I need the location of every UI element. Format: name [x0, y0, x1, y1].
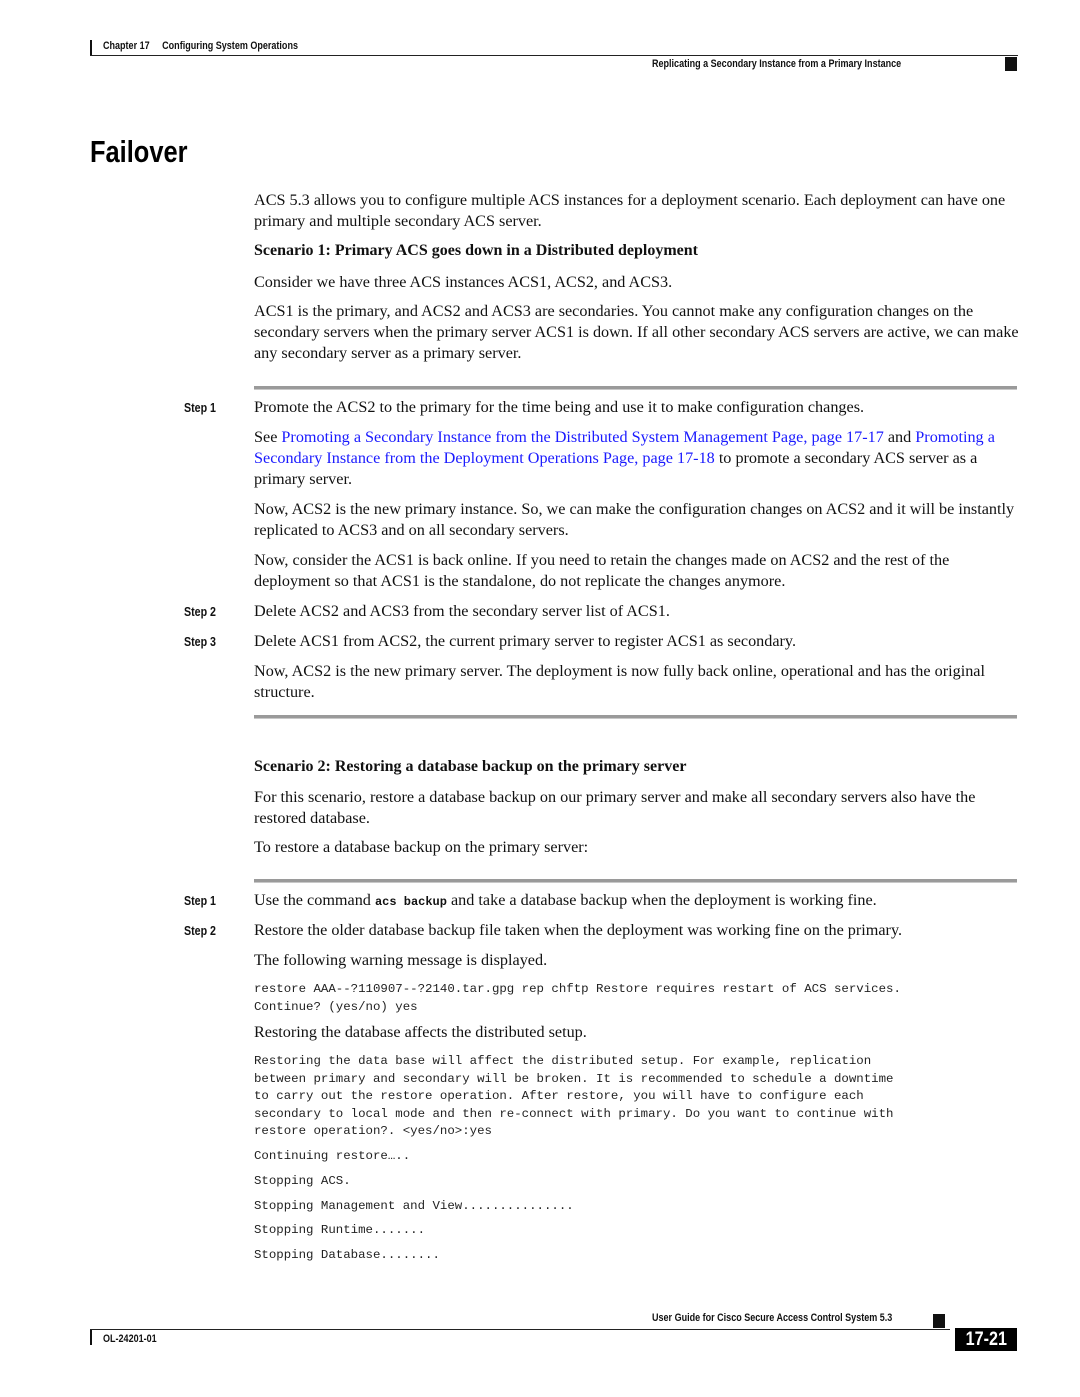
procedure-rule-top — [254, 879, 1017, 883]
header-rule — [90, 55, 1018, 56]
procedure-rule-top — [254, 386, 1017, 390]
header-left-bar — [90, 40, 92, 55]
footer-rule — [90, 1329, 950, 1330]
header-marker-block — [1005, 57, 1017, 71]
footer-doc-id: OL-24201-01 — [103, 1333, 157, 1345]
scenario1-now2: Now, consider the ACS1 is back online. I… — [254, 551, 950, 590]
step-label: Step 1 — [184, 893, 216, 908]
intro-paragraph: ACS 5.3 allows you to configure multiple… — [254, 191, 1006, 230]
output-line: Stopping ACS. — [254, 1174, 351, 1188]
scenario1-now1: Now, ACS2 is the new primary instance. S… — [254, 500, 1015, 539]
scenario1-final: Now, ACS2 is the new primary server. The… — [254, 662, 985, 701]
step-text: Delete ACS1 from ACS2, the current prima… — [254, 632, 797, 650]
step-text-before: Use the command — [254, 891, 375, 909]
scenario1-heading: Scenario 1: Primary ACS goes down in a D… — [254, 242, 698, 259]
see-also-paragraph: See Promoting a Secondary Instance from … — [254, 427, 1019, 490]
code-block-restore-command: restore AAA--?110907--?2140.tar.gpg rep … — [254, 982, 901, 1014]
restoring-text: Restoring the database affects the distr… — [254, 1023, 587, 1041]
step-text: Delete ACS2 and ACS3 from the secondary … — [254, 602, 670, 620]
output-line: Continuing restore….. — [254, 1149, 411, 1163]
footer-left-bar — [90, 1330, 92, 1345]
scenario1-p2: ACS1 is the primary, and ACS2 and ACS3 a… — [254, 302, 1019, 362]
scenario2-p2: To restore a database backup on the prim… — [254, 838, 589, 856]
step-text-after: and take a database backup when the depl… — [446, 891, 877, 909]
see-and: and — [883, 428, 916, 446]
code-block-restore-warning: Restoring the data base will affect the … — [254, 1054, 894, 1139]
warning-intro: The following warning message is display… — [254, 951, 548, 969]
see-prefix: See — [254, 428, 282, 446]
footer-marker-block — [933, 1314, 945, 1328]
header-chapter: Chapter 17 Configuring System Operations — [103, 40, 298, 52]
step-label: Step 3 — [184, 634, 216, 649]
step-text: Restore the older database backup file t… — [254, 921, 903, 939]
step-label: Step 2 — [184, 604, 216, 619]
step-label: Step 1 — [184, 400, 216, 415]
scenario2-heading: Scenario 2: Restoring a database backup … — [254, 758, 687, 775]
link-distributed-system-management[interactable]: Promoting a Secondary Instance from the … — [281, 428, 883, 446]
page-number-text: 17-21 — [965, 1329, 1007, 1350]
page-number: 17-21 — [955, 1328, 1017, 1351]
scenario1-p1: Consider we have three ACS instances ACS… — [254, 273, 673, 291]
header-section-title: Replicating a Secondary Instance from a … — [652, 58, 902, 70]
inline-command: acs backup — [374, 895, 447, 909]
page-title: Failover — [90, 134, 188, 169]
output-line: Stopping Management and View............… — [254, 1199, 574, 1213]
step-label: Step 2 — [184, 923, 216, 938]
procedure-rule-bottom — [254, 715, 1017, 719]
scenario2-p1: For this scenario, restore a database ba… — [254, 788, 976, 827]
footer-guide-title: User Guide for Cisco Secure Access Contr… — [652, 1312, 893, 1324]
chapter-title: Configuring System Operations — [162, 40, 298, 52]
output-line: Stopping Runtime....... — [254, 1223, 426, 1237]
step-text: Use the command acs backup and take a da… — [254, 890, 1019, 913]
step-text: Promote the ACS2 to the primary for the … — [254, 398, 865, 416]
chapter-number: Chapter 17 — [103, 40, 150, 52]
output-line: Stopping Database........ — [254, 1248, 440, 1262]
